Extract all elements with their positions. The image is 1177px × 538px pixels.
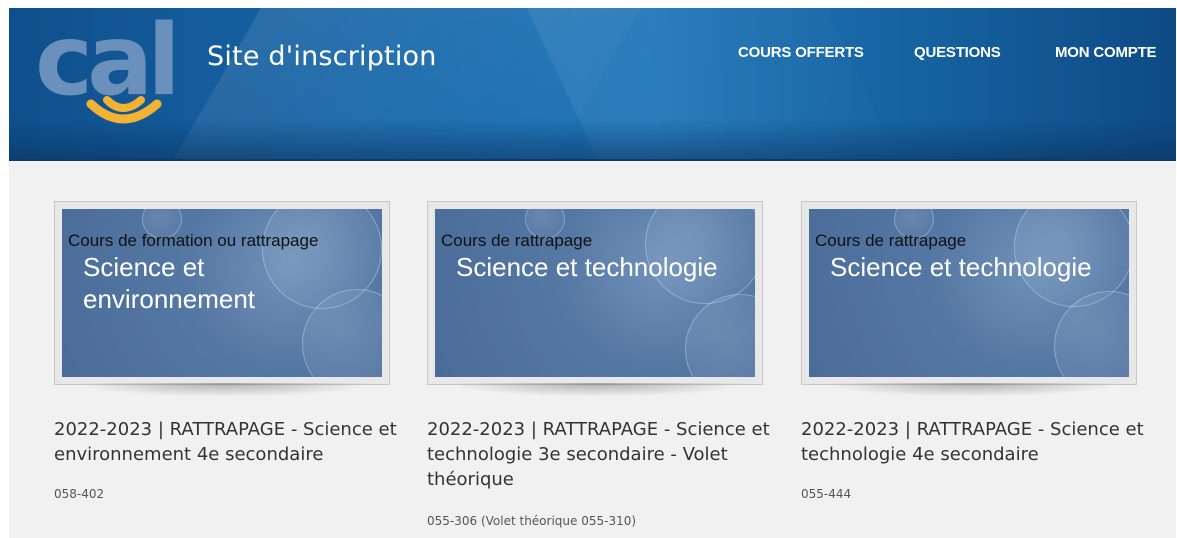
thumbnail-subtitle: Cours de rattrapage [815, 231, 967, 250]
cal-logo[interactable]: cal [35, 16, 205, 136]
course-title-link[interactable]: 2022-2023 | RATTRAPAGE - Science et tech… [427, 417, 772, 492]
course-title-link[interactable]: 2022-2023 | RATTRAPAGE - Science et envi… [54, 417, 399, 467]
course-code: 058-402 [54, 487, 105, 501]
nav-cours-offerts[interactable]: COURS OFFERTS [738, 44, 864, 61]
nav-mon-compte[interactable]: MON COMPTE [1055, 44, 1157, 61]
thumbnail-subtitle: Cours de rattrapage [441, 231, 593, 250]
course-thumbnail[interactable]: Cours de formation ou rattrapage Science… [54, 201, 390, 385]
thumbnail-title: Science et environnement [83, 252, 255, 314]
course-thumbnail[interactable]: Cours de rattrapage Science et technolog… [801, 201, 1137, 385]
site-title: Site d'inscription [207, 41, 437, 72]
course-thumbnail[interactable]: Cours de rattrapage Science et technolog… [427, 201, 763, 385]
course-title-link[interactable]: 2022-2023 | RATTRAPAGE - Science et tech… [801, 417, 1146, 467]
thumbnail-title: Science et technologie [830, 252, 1092, 282]
thumbnail-subtitle: Cours de formation ou rattrapage [68, 231, 319, 250]
course-code: 055-306 (Volet théorique 055-310) [427, 514, 637, 528]
site-header: cal Site d'inscription COURS OFFERTS QUE… [9, 8, 1176, 161]
nav-questions[interactable]: QUESTIONS [914, 44, 1001, 61]
course-code: 055-444 [801, 487, 852, 501]
thumbnail-title: Science et technologie [456, 252, 718, 282]
page: cal Site d'inscription COURS OFFERTS QUE… [9, 8, 1176, 538]
